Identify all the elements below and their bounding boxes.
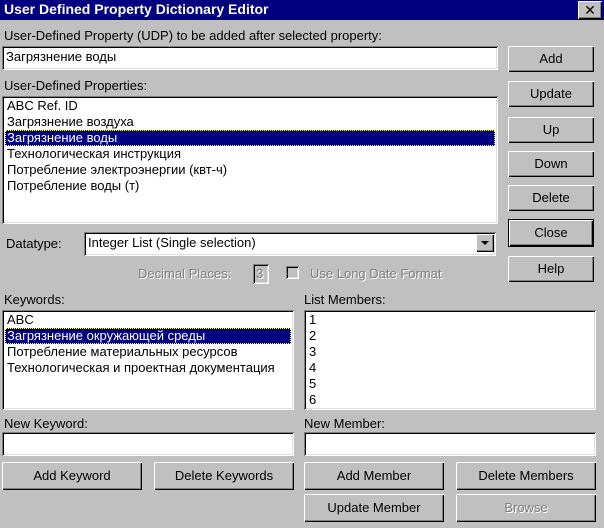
member-list-item[interactable]: 5 [307, 376, 593, 392]
datatype-label: Datatype: [6, 236, 62, 251]
new-member-input[interactable] [304, 432, 596, 456]
decimal-places-input[interactable]: 3 [253, 264, 269, 284]
property-list-item[interactable]: Загрязнение воздуха [5, 114, 495, 130]
new-keyword-label: New Keyword: [4, 416, 88, 431]
member-list-item[interactable]: 4 [307, 360, 593, 376]
datatype-select[interactable]: Integer List (Single selection) [84, 232, 496, 256]
keywords-label: Keywords: [4, 292, 65, 307]
title-bar: User Defined Property Dictionary Editor … [0, 0, 604, 20]
long-date-label: Use Long Date Format [310, 266, 442, 281]
member-list-item[interactable]: 2 [307, 328, 593, 344]
keyword-list-item[interactable]: Потребление материальных ресурсов [5, 344, 291, 360]
chevron-down-icon[interactable] [476, 234, 494, 252]
add-member-button-label: Add Member [336, 468, 412, 483]
add-button[interactable]: Add [508, 46, 594, 72]
add-keyword-button[interactable]: Add Keyword [2, 462, 142, 490]
property-list-item[interactable]: ABC Ref. ID [5, 98, 495, 114]
keyword-list-item[interactable]: ABC [5, 312, 291, 328]
decimal-places-label: Decimal Places: [138, 266, 232, 281]
properties-listbox[interactable]: ABC Ref. ID Загрязнение воздуха Загрязнени… [2, 96, 498, 224]
delete-members-button-label: Delete Members [478, 468, 574, 483]
down-button-label: Down [534, 156, 568, 171]
udp-input[interactable]: Загрязнение воды [2, 46, 498, 70]
update-button[interactable]: Update [508, 81, 594, 107]
keyword-list-item[interactable]: Загрязнение окружающей среды [5, 328, 291, 344]
udp-label: User-Defined Property (UDP) to be added … [4, 28, 382, 43]
help-button[interactable]: Help [508, 256, 594, 282]
keywords-listbox[interactable]: ABC Загрязнение окружающей среды Потреблен… [2, 310, 294, 410]
keyword-list-item[interactable]: Технологическая и проектная документация [5, 360, 291, 376]
browse-button-label: Browse [504, 500, 548, 515]
add-keyword-button-label: Add Keyword [33, 468, 111, 483]
browse-button[interactable]: Browse [456, 494, 596, 522]
list-members-label: List Members: [304, 292, 386, 307]
properties-label: User-Defined Properties: [4, 78, 148, 93]
delete-keywords-button-label: Delete Keywords [174, 468, 274, 483]
property-list-item[interactable]: Потребление воды (т) [5, 178, 495, 194]
udp-input-value: Загрязнение воды [6, 49, 117, 64]
list-members-listbox[interactable]: 123456 [304, 310, 596, 410]
long-date-checkbox[interactable] [286, 266, 299, 279]
update-button-label: Update [530, 86, 572, 101]
property-list-item[interactable]: Загрязнение воды [5, 130, 495, 146]
member-list-item[interactable]: 1 [307, 312, 593, 328]
member-list-item[interactable]: 6 [307, 392, 593, 408]
update-member-button-label: Update Member [327, 500, 421, 515]
property-list-item[interactable]: Технологическая инструкция [5, 146, 495, 162]
window-title: User Defined Property Dictionary Editor [4, 1, 269, 17]
add-button-label: Add [539, 51, 563, 66]
close-button-label: Close [534, 225, 568, 240]
member-list-item[interactable]: 3 [307, 344, 593, 360]
delete-members-button[interactable]: Delete Members [456, 462, 596, 490]
add-member-button[interactable]: Add Member [304, 462, 444, 490]
datatype-value: Integer List (Single selection) [88, 235, 256, 250]
close-button[interactable]: Close [508, 219, 594, 247]
up-button-label: Up [542, 122, 560, 137]
update-member-button[interactable]: Update Member [304, 494, 444, 522]
new-member-label: New Member: [304, 416, 385, 431]
decimal-places-value: 3 [256, 266, 264, 281]
delete-keywords-button[interactable]: Delete Keywords [154, 462, 294, 490]
delete-button-label: Delete [532, 190, 570, 205]
new-keyword-input[interactable] [2, 432, 294, 456]
help-button-label: Help [537, 261, 565, 276]
close-icon[interactable]: ✕ [578, 1, 602, 19]
property-list-item[interactable]: Потребление электроэнергии (квт-ч) [5, 162, 495, 178]
up-button[interactable]: Up [508, 117, 594, 143]
delete-button[interactable]: Delete [508, 185, 594, 211]
down-button[interactable]: Down [508, 151, 594, 177]
